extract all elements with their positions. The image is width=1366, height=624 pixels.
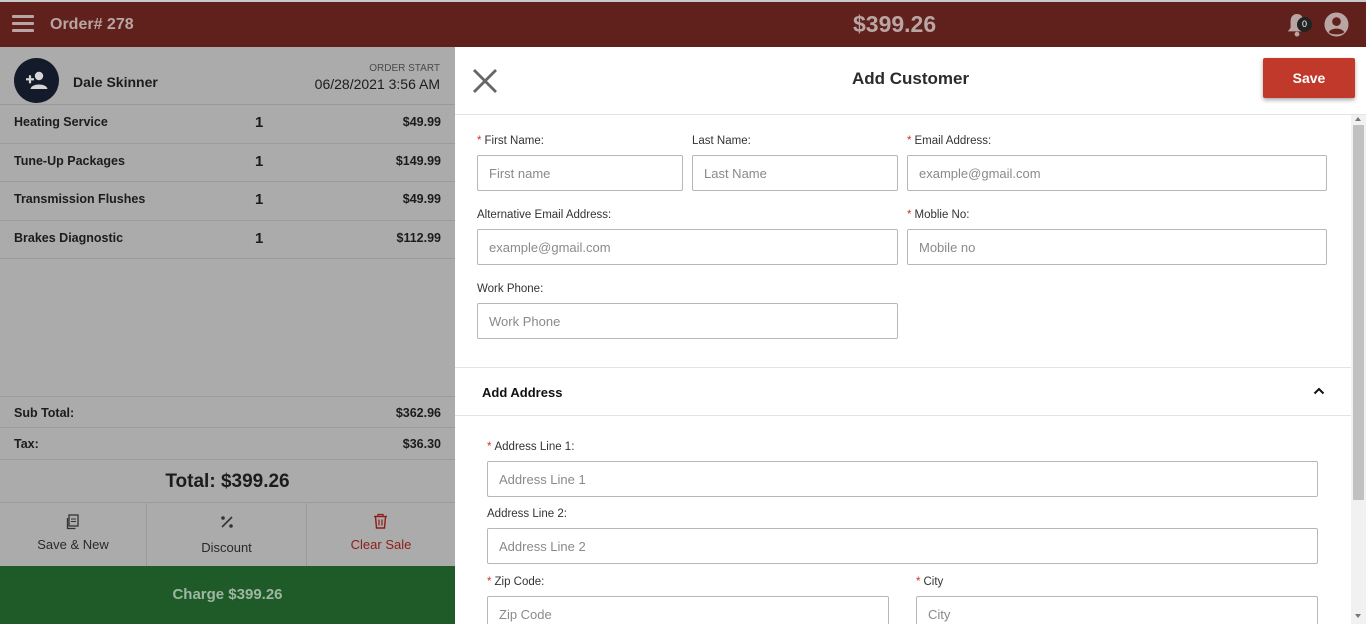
- email-label: * Email Address:: [907, 135, 992, 147]
- top-bar: Order# 278 $399.26 0: [0, 0, 1366, 47]
- order-start-label: ORDER START: [369, 63, 440, 74]
- tax-label: Tax:: [14, 437, 39, 451]
- item-price: $49.99: [402, 115, 441, 129]
- item-quantity: 1: [255, 191, 264, 208]
- header-total: $399.26: [853, 11, 937, 37]
- charge-label: Charge $399.26: [172, 586, 283, 603]
- address-line2-label: Address Line 2:: [487, 508, 567, 520]
- modal-header: Add Customer Save: [455, 47, 1366, 115]
- modal-scrollbar[interactable]: [1351, 115, 1366, 624]
- subtotal-row: Sub Total: $362.96: [0, 396, 455, 428]
- required-marker: *: [487, 576, 492, 588]
- last-name-input[interactable]: [692, 155, 898, 191]
- customer-name: Dale Skinner: [73, 74, 158, 90]
- required-marker: *: [916, 576, 921, 588]
- mobile-label: * Moblie No:: [907, 209, 970, 221]
- work-phone-input[interactable]: [477, 303, 898, 339]
- email-input[interactable]: [907, 155, 1327, 191]
- work-phone-label: Work Phone:: [477, 283, 544, 295]
- first-name-label: * First Name:: [477, 135, 544, 147]
- add-customer-modal: Add Customer Save *First Name: Last Name…: [455, 47, 1366, 624]
- save-new-button[interactable]: Save & New: [0, 503, 147, 566]
- order-panel: Dale Skinner ORDER START 06/28/2021 3:56…: [0, 47, 455, 624]
- scroll-up-arrow-icon[interactable]: [1355, 117, 1361, 121]
- first-name-input[interactable]: [477, 155, 683, 191]
- item-name: Heating Service: [14, 115, 108, 129]
- zip-code-label: * Zip Code:: [487, 576, 545, 588]
- subtotal-label: Sub Total:: [14, 406, 75, 420]
- document-save-icon: [66, 514, 79, 530]
- save-button[interactable]: Save: [1263, 58, 1355, 98]
- address-line1-input[interactable]: [487, 461, 1318, 497]
- required-marker: *: [487, 441, 492, 453]
- scroll-thumb[interactable]: [1353, 125, 1364, 500]
- save-new-label: Save & New: [37, 537, 109, 552]
- clear-sale-button[interactable]: Clear Sale: [307, 503, 455, 566]
- item-name: Brakes Diagnostic: [14, 230, 124, 245]
- required-marker: *: [907, 135, 912, 147]
- item-name: Transmission Flushes: [14, 192, 146, 206]
- chevron-up-icon: [1313, 387, 1325, 395]
- required-marker: *: [477, 135, 482, 147]
- city-input[interactable]: [916, 596, 1318, 624]
- add-customer-button[interactable]: [14, 58, 59, 103]
- order-item-row[interactable]: Heating Service 1 $49.99: [0, 105, 455, 144]
- address-line2-input[interactable]: [487, 528, 1318, 564]
- item-price: $149.99: [395, 153, 441, 168]
- alt-email-input[interactable]: [477, 229, 898, 265]
- account-icon[interactable]: [1324, 12, 1349, 37]
- city-label: * City: [916, 576, 944, 588]
- order-number: Order# 278: [50, 16, 134, 33]
- discount-label: Discount: [201, 540, 252, 555]
- item-quantity: 1: [255, 114, 264, 131]
- trash-icon: [374, 513, 387, 529]
- required-marker: *: [907, 209, 912, 221]
- tax-value: $36.30: [402, 437, 441, 451]
- mobile-input[interactable]: [907, 229, 1327, 265]
- alt-email-label: Alternative Email Address:: [477, 209, 612, 221]
- item-name: Tune-Up Packages: [14, 153, 125, 168]
- charge-button[interactable]: Charge $399.26: [0, 566, 455, 624]
- modal-title: Add Customer: [851, 69, 970, 88]
- customer-row: Dale Skinner ORDER START 06/28/2021 3:56…: [0, 47, 455, 105]
- order-item-row[interactable]: Tune-Up Packages 1 $149.99: [0, 144, 455, 182]
- order-start-date: 06/28/2021 3:56 AM: [314, 76, 440, 92]
- notification-badge: 0: [1297, 17, 1312, 32]
- order-item-row[interactable]: Transmission Flushes 1 $49.99: [0, 182, 455, 221]
- order-items-list: Heating Service 1 $49.99 Tune-Up Package…: [0, 105, 455, 259]
- add-address-toggle[interactable]: Add Address: [455, 368, 1351, 416]
- scroll-down-arrow-icon[interactable]: [1355, 614, 1361, 618]
- total-row: Total: $399.26: [0, 460, 455, 503]
- last-name-label: Last Name:: [692, 135, 751, 147]
- tax-row: Tax: $36.30: [0, 428, 455, 460]
- item-quantity: 1: [255, 229, 264, 247]
- add-address-title: Add Address: [482, 385, 563, 400]
- discount-button[interactable]: Discount: [147, 503, 307, 566]
- subtotal-value: $362.96: [395, 406, 441, 420]
- modal-body: *First Name: Last Name: *Email Address: …: [455, 115, 1366, 624]
- hamburger-menu-icon[interactable]: [12, 15, 34, 33]
- clear-sale-label: Clear Sale: [350, 537, 412, 552]
- percent-icon: [221, 516, 233, 528]
- zip-code-input[interactable]: [487, 596, 889, 624]
- address-line1-label: * Address Line 1:: [487, 441, 575, 453]
- order-item-row[interactable]: Brakes Diagnostic 1 $112.99: [0, 221, 455, 259]
- add-person-icon: [26, 71, 48, 89]
- item-price: $112.99: [396, 230, 442, 245]
- order-total: Total: $399.26: [165, 471, 290, 492]
- order-actions: Save & New Discount Clear Sale: [0, 503, 455, 566]
- item-price: $49.99: [402, 192, 441, 206]
- item-quantity: 1: [255, 152, 264, 170]
